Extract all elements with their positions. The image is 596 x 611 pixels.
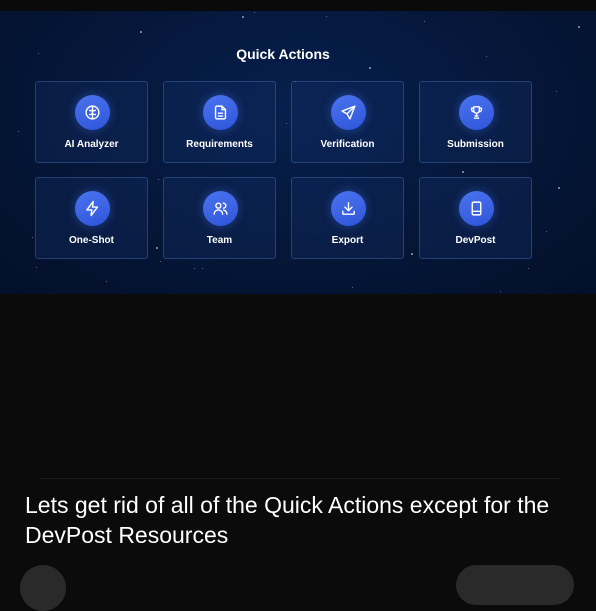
quick-action-label: Submission — [447, 139, 504, 150]
star — [424, 21, 425, 22]
star — [32, 237, 33, 238]
star — [578, 26, 580, 28]
quick-action-ai-analyzer[interactable]: AI Analyzer — [35, 81, 148, 163]
star — [556, 91, 557, 92]
star — [156, 247, 158, 249]
star — [140, 31, 142, 33]
star — [352, 287, 353, 288]
quick-action-label: Verification — [320, 139, 375, 150]
quick-action-one-shot[interactable]: One-Shot — [35, 177, 148, 259]
star — [254, 12, 255, 13]
star — [500, 291, 501, 292]
users-icon — [203, 191, 238, 226]
star — [326, 16, 327, 17]
chat-send-button[interactable] — [456, 565, 574, 605]
app-preview-panel: Quick Actions AI Analyzer Requirements V… — [0, 11, 596, 294]
star — [18, 131, 19, 132]
quick-action-label: Export — [331, 235, 364, 246]
quick-action-export[interactable]: Export — [291, 177, 404, 259]
star — [462, 171, 464, 173]
star — [158, 179, 159, 180]
star — [106, 281, 107, 282]
chat-action-button[interactable] — [20, 565, 66, 611]
chat-message: Lets get rid of all of the Quick Actions… — [25, 492, 550, 548]
lightning-icon — [75, 191, 110, 226]
star — [369, 67, 371, 69]
star — [286, 123, 287, 124]
star — [194, 268, 195, 269]
document-icon — [203, 95, 238, 130]
star — [558, 187, 560, 189]
quick-actions-title: Quick Actions — [236, 46, 330, 62]
quick-action-label: Team — [206, 235, 233, 246]
star — [528, 268, 529, 269]
star — [202, 268, 203, 269]
quick-action-label: DevPost — [455, 235, 496, 246]
star — [36, 267, 37, 268]
star — [160, 261, 161, 262]
quick-action-submission[interactable]: Submission — [419, 81, 532, 163]
quick-action-label: One-Shot — [69, 235, 114, 246]
star — [411, 253, 413, 255]
download-icon — [331, 191, 366, 226]
quick-action-verification[interactable]: Verification — [291, 81, 404, 163]
send-icon — [331, 95, 366, 130]
star — [546, 231, 547, 232]
quick-action-label: AI Analyzer — [64, 139, 119, 150]
top-bar — [0, 0, 596, 11]
quick-action-requirements[interactable]: Requirements — [163, 81, 276, 163]
book-icon — [459, 191, 494, 226]
star — [242, 16, 244, 18]
brain-icon — [75, 95, 110, 130]
quick-action-devpost[interactable]: DevPost — [419, 177, 532, 259]
trophy-icon — [459, 95, 494, 130]
quick-action-team[interactable]: Team — [163, 177, 276, 259]
quick-action-label: Requirements — [186, 139, 253, 150]
chat-divider — [40, 478, 560, 479]
